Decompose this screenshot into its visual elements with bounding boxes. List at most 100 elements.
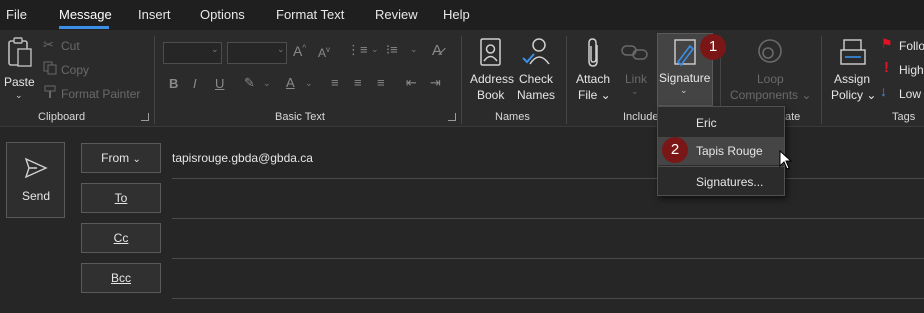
paste-button[interactable]: Paste ⌄ [4,34,36,106]
align-center-icon[interactable]: ≡ [354,75,362,90]
menu-insert[interactable]: Insert [138,7,171,22]
clear-formatting-button[interactable]: A̷ [432,42,442,59]
chevron-down-icon: ⌄ [631,86,639,96]
cut-button[interactable]: Cut [61,39,80,53]
paste-icon [8,37,32,67]
paperclip-icon [588,38,598,67]
active-tab-indicator [59,26,109,29]
loop-components-button[interactable]: Loop Components ⌄ [727,34,813,104]
check-names-label-1: Check [519,72,554,86]
format-painter-button[interactable]: Format Painter [61,87,140,101]
high-importance-button[interactable]: High [899,63,924,77]
menu-file[interactable]: File [6,7,27,22]
policy-icon [840,39,866,65]
check-names-label-2: Names [517,88,556,102]
signature-icon [674,39,696,67]
from-divider [172,178,924,179]
callout-badge-2: 2 [662,137,688,163]
assign-policy-label-2: Policy ⌄ [831,88,877,102]
chevron-down-icon: ⌄ [680,85,688,95]
highlight-icon[interactable]: ✎ [244,75,255,91]
group-divider [566,36,567,124]
menu-review[interactable]: Review [375,7,418,22]
copy-icon [43,61,57,75]
cc-button[interactable]: Cc [81,223,161,253]
menu-help[interactable]: Help [443,7,470,22]
decrease-indent-icon[interactable]: ⇤ [406,75,417,91]
send-icon [24,157,48,179]
italic-button[interactable]: I [193,76,197,91]
menu-message[interactable]: Message [59,7,112,22]
to-label: To [114,191,128,205]
align-right-icon[interactable]: ≡ [377,75,385,90]
signature-item-eric[interactable]: Eric [658,109,784,137]
bold-button[interactable]: B [169,76,178,91]
from-label: From [101,151,130,165]
link-button[interactable]: Link ⌄ [617,34,653,104]
signatures-settings-item[interactable]: Signatures... [658,168,784,196]
chevron-down-icon: ⌄ [211,44,219,54]
basic-text-launcher-icon[interactable] [448,113,456,121]
high-importance-icon: ! [884,59,889,76]
shrink-font-button[interactable]: Av [318,45,330,60]
send-label: Send [22,189,51,203]
chevron-down-icon: ⌄ [132,154,141,165]
low-importance-button[interactable]: Low [899,87,921,101]
signature-label: Signature [659,71,711,85]
font-color-button[interactable]: A [286,75,295,90]
numbering-button[interactable]: ⁝≡ [386,42,398,58]
collaborate-group-label: ate [785,111,801,123]
menu-bar: File Message Insert Options Format Text … [0,0,924,30]
group-divider [461,36,462,124]
format-painter-icon [44,85,56,98]
group-divider [154,36,155,124]
assign-policy-label-1: Assign [834,72,871,86]
copy-button[interactable]: Copy [61,63,89,77]
address-book-button[interactable]: Address Book [468,34,514,104]
clipboard-launcher-icon[interactable] [141,113,149,121]
chevron-down-icon: ⌄ [277,44,285,54]
bcc-label: Bcc [110,271,131,285]
from-button[interactable]: From ⌄ [81,143,161,173]
chevron-down-icon: ⌄ [263,78,271,88]
assign-policy-button[interactable]: Assign Policy ⌄ [829,34,877,104]
increase-indent-icon[interactable]: ⇥ [430,75,441,91]
underline-button[interactable]: U [215,76,224,91]
menu-format-text[interactable]: Format Text [276,7,344,22]
attach-file-label-1: Attach [576,72,611,86]
group-divider [821,36,822,124]
chevron-down-icon: ⌄ [410,44,418,54]
from-address: tapisrouge.gbda@gbda.ca [172,151,313,165]
include-group-label: Include [623,111,659,123]
scissors-icon: ✂ [43,37,54,52]
callout-badge-1: 1 [700,34,726,60]
align-left-icon[interactable]: ≡ [331,75,339,90]
bcc-button[interactable]: Bcc [81,263,161,293]
to-button[interactable]: To [81,183,161,213]
bcc-field[interactable] [172,298,924,299]
basic-text-group-label: Basic Text [275,111,325,123]
attach-file-button[interactable]: Attach File ⌄ [573,34,615,104]
paste-label: Paste [4,75,35,89]
flag-icon: ⚑ [881,36,893,51]
ribbon: Paste ⌄ ✂ Cut Copy Format Painter Clipbo… [0,30,924,127]
check-names-icon [522,38,550,65]
menu-options[interactable]: Options [200,7,245,22]
send-button[interactable]: Send [6,142,65,218]
names-group-label: Names [495,111,530,123]
cc-field[interactable] [172,258,924,259]
link-label: Link [625,72,648,86]
link-icon [621,45,648,60]
chevron-down-icon: ⌄ [371,44,379,54]
loop-label-2: Components ⌄ [730,88,812,102]
loop-icon [758,39,782,63]
mouse-cursor-icon [779,150,793,170]
to-field[interactable] [172,218,924,219]
follow-up-button[interactable]: Follo [899,39,924,53]
loop-label-1: Loop [757,72,784,86]
bullets-button[interactable]: ⋮≡ [347,42,368,58]
address-book-label-1: Address [470,72,515,86]
check-names-button[interactable]: Check Names [516,34,558,104]
low-importance-icon: ↓ [880,83,887,99]
grow-font-button[interactable]: A^ [293,43,306,59]
